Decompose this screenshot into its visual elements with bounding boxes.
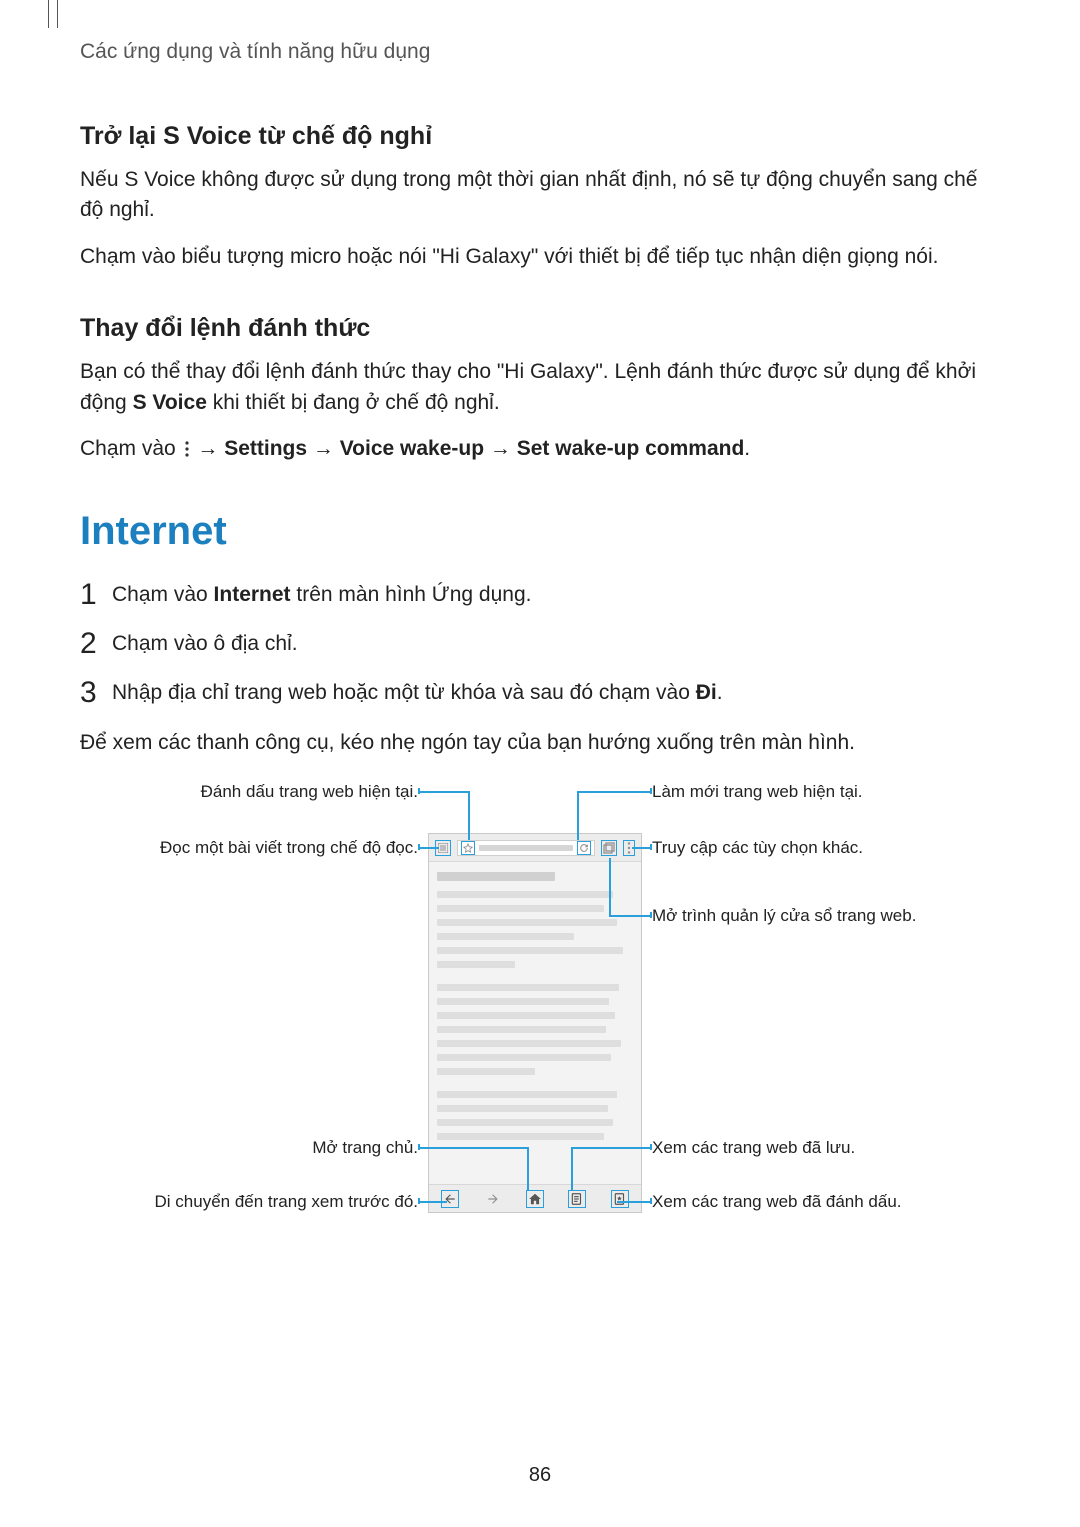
lead-line (418, 791, 468, 793)
text: Nhập địa chỉ trang web hoặc một từ khóa … (112, 681, 696, 704)
text: Chạm vào (112, 583, 214, 606)
more-options-icon (184, 441, 190, 457)
bookmarks-list-icon (611, 1190, 629, 1208)
text: . (744, 437, 750, 460)
callout-reader-mode: Đọc một bài viết trong chế độ đọc. (80, 838, 418, 858)
text: trên màn hình Ứng dụng. (291, 583, 532, 606)
running-header: Các ứng dụng và tính năng hữu dụng (80, 40, 1000, 64)
lead-line (617, 1201, 652, 1203)
paragraph: Để xem các thanh công cụ, kéo nhẹ ngón t… (80, 728, 1000, 758)
text: Chạm vào (80, 437, 182, 460)
text: Chạm vào ô địa chỉ. (112, 632, 298, 655)
text: . (717, 681, 723, 704)
callout-open-home: Mở trang chủ. (80, 1138, 418, 1158)
lead-line (609, 858, 611, 915)
paragraph: Chạm vào biểu tượng micro hoặc nói "Hi G… (80, 242, 1000, 272)
text: → (192, 437, 225, 460)
page-content-placeholder (437, 872, 633, 1178)
lead-line (577, 791, 652, 793)
lead-line (609, 915, 652, 917)
home-icon (526, 1190, 544, 1208)
text: khi thiết bị đang ở chế độ nghỉ. (207, 391, 500, 414)
steps-list: Chạm vào Internet trên màn hình Ứng dụng… (80, 580, 1000, 708)
lead-line (418, 1147, 527, 1149)
text-bold: Voice wake-up (340, 437, 484, 460)
text-bold: Settings (224, 437, 307, 460)
callout-more-options: Truy cập các tùy chọn khác. (652, 838, 863, 858)
forward-arrow-icon (484, 1190, 502, 1208)
lead-line (418, 847, 439, 849)
callout-refresh: Làm mới trang web hiện tại. (652, 782, 863, 802)
lead-line (527, 1147, 529, 1191)
text-bold: Set wake-up command (517, 437, 745, 460)
heading-resume-svoice: Trở lại S Voice từ chế độ nghỉ (80, 122, 1000, 151)
lead-line (571, 1147, 573, 1191)
browser-navbar (429, 1184, 641, 1212)
callout-bookmark-current: Đánh dấu trang web hiện tại. (80, 782, 418, 802)
callout-go-back: Di chuyển đến trang xem trước đó. (80, 1192, 418, 1212)
list-item: Chạm vào ô địa chỉ. (80, 629, 1000, 658)
callout-bookmarks: Xem các trang web đã đánh dấu. (652, 1192, 902, 1212)
paragraph-nav-path: Chạm vào → Settings → Voice wake-up → Se… (80, 434, 1000, 464)
heading-change-wake: Thay đổi lệnh đánh thức (80, 314, 1000, 343)
browser-diagram: Đánh dấu trang web hiện tại. Đọc một bài… (80, 778, 1000, 1258)
url-text-blur (479, 845, 573, 851)
refresh-icon (577, 841, 591, 855)
bookmark-star-icon (461, 841, 475, 855)
text: → (307, 437, 340, 460)
address-bar (457, 840, 595, 856)
lead-line (468, 791, 470, 840)
callout-window-manager: Mở trình quản lý cửa sổ trang web. (652, 906, 916, 926)
paragraph: Bạn có thể thay đổi lệnh đánh thức thay … (80, 357, 1000, 418)
back-arrow-icon (441, 1190, 459, 1208)
paragraph: Nếu S Voice không được sử dụng trong một… (80, 165, 1000, 226)
heading-internet: Internet (80, 509, 1000, 554)
list-item: Chạm vào Internet trên màn hình Ứng dụng… (80, 580, 1000, 609)
list-item: Nhập địa chỉ trang web hoặc một từ khóa … (80, 678, 1000, 707)
lead-line (418, 1201, 447, 1203)
page-tab-mark (48, 0, 58, 28)
lead-line (632, 847, 652, 849)
lead-line (571, 1147, 652, 1149)
saved-pages-icon (568, 1190, 586, 1208)
text-bold: Internet (214, 583, 291, 606)
text-bold: S Voice (133, 391, 207, 414)
callout-saved-pages: Xem các trang web đã lưu. (652, 1138, 855, 1158)
window-manager-icon (601, 840, 617, 856)
text: → (484, 437, 517, 460)
lead-line (577, 791, 579, 840)
text-bold: Đi (696, 681, 717, 704)
page-number: 86 (0, 1464, 1080, 1487)
